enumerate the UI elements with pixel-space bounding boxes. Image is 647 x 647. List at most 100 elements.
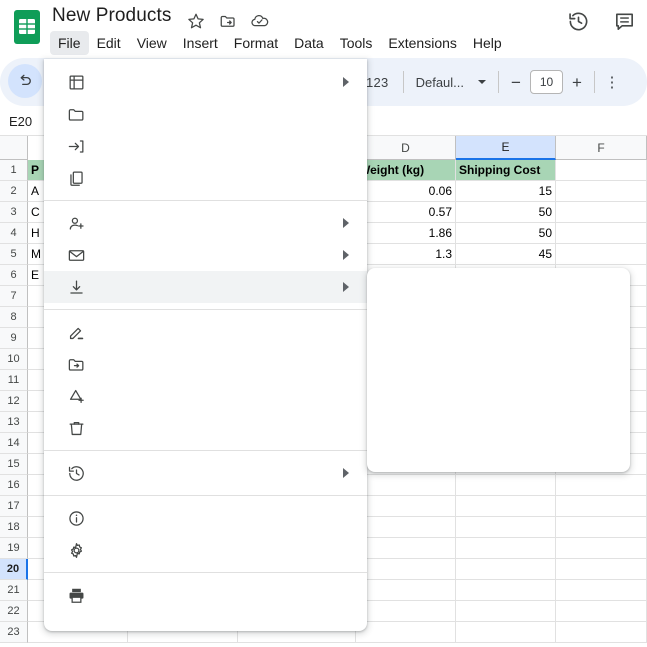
row-header-23[interactable]: 23 [0, 622, 28, 643]
cell-E18[interactable] [456, 517, 556, 538]
cell-E17[interactable] [456, 496, 556, 517]
row-header-15[interactable]: 15 [0, 454, 28, 475]
file-menu-item-details[interactable] [44, 502, 367, 534]
download-option-comma-separated-values-csv[interactable] [367, 400, 630, 431]
undo-icon[interactable] [8, 64, 42, 98]
download-option-web-page-html[interactable] [367, 369, 630, 400]
cell-E1[interactable]: Shipping Cost [456, 160, 556, 181]
comment-icon[interactable] [611, 8, 637, 34]
menu-file[interactable]: File [50, 31, 89, 55]
more-options-icon[interactable]: ⋮ [601, 75, 623, 90]
row-header-3[interactable]: 3 [0, 202, 28, 223]
file-menu-item-download[interactable] [44, 271, 367, 303]
cell-F19[interactable] [556, 538, 647, 559]
menu-format[interactable]: Format [226, 31, 286, 55]
font-family-dropdown[interactable]: Defaul... [410, 71, 492, 94]
select-all-corner[interactable] [0, 136, 28, 160]
file-menu-item-share[interactable] [44, 207, 367, 239]
cell-D2[interactable]: 0.06 [356, 181, 456, 202]
row-header-13[interactable]: 13 [0, 412, 28, 433]
cell-D4[interactable]: 1.86 [356, 223, 456, 244]
row-header-17[interactable]: 17 [0, 496, 28, 517]
document-title[interactable]: New Products [52, 5, 171, 27]
row-header-10[interactable]: 10 [0, 349, 28, 370]
row-header-20[interactable]: 20 [0, 559, 28, 580]
menu-view[interactable]: View [129, 31, 175, 55]
row-header-2[interactable]: 2 [0, 181, 28, 202]
column-header-F[interactable]: F [556, 136, 647, 160]
cell-D20[interactable] [356, 559, 456, 580]
cell-E19[interactable] [456, 538, 556, 559]
row-header-11[interactable]: 11 [0, 370, 28, 391]
row-header-7[interactable]: 7 [0, 286, 28, 307]
cell-E21[interactable] [456, 580, 556, 601]
row-header-4[interactable]: 4 [0, 223, 28, 244]
menu-data[interactable]: Data [286, 31, 332, 55]
cell-E20[interactable] [456, 559, 556, 580]
file-menu-item-add-shortcut-to-drive[interactable] [44, 380, 367, 412]
row-header-21[interactable]: 21 [0, 580, 28, 601]
file-menu-item-new[interactable] [44, 66, 367, 98]
file-menu-item-settings[interactable] [44, 534, 367, 566]
row-header-18[interactable]: 18 [0, 517, 28, 538]
cell-F23[interactable] [556, 622, 647, 643]
row-header-22[interactable]: 22 [0, 601, 28, 622]
file-menu-item-version-history[interactable] [44, 457, 367, 489]
file-menu-item-rename[interactable] [44, 316, 367, 348]
move-to-folder-icon[interactable] [218, 11, 237, 30]
cell-D5[interactable]: 1.3 [356, 244, 456, 265]
column-header-D[interactable]: D [356, 136, 456, 160]
increase-font-size-button[interactable]: + [566, 74, 588, 91]
cell-F5[interactable] [556, 244, 647, 265]
cell-F4[interactable] [556, 223, 647, 244]
cell-F1[interactable] [556, 160, 647, 181]
cell-D21[interactable] [356, 580, 456, 601]
menu-edit[interactable]: Edit [89, 31, 129, 55]
download-option-microsoft-excel-xlsx[interactable] [367, 276, 630, 307]
row-header-1[interactable]: 1 [0, 160, 28, 181]
cell-E23[interactable] [456, 622, 556, 643]
row-header-6[interactable]: 6 [0, 265, 28, 286]
cell-D22[interactable] [356, 601, 456, 622]
row-header-16[interactable]: 16 [0, 475, 28, 496]
cell-E5[interactable]: 45 [456, 244, 556, 265]
row-header-12[interactable]: 12 [0, 391, 28, 412]
column-header-E[interactable]: E [456, 136, 556, 160]
decrease-font-size-button[interactable]: − [505, 74, 527, 91]
cell-F22[interactable] [556, 601, 647, 622]
cloud-saved-icon[interactable] [250, 11, 269, 30]
cell-D17[interactable] [356, 496, 456, 517]
cell-D19[interactable] [356, 538, 456, 559]
cell-E16[interactable] [456, 475, 556, 496]
version-history-icon[interactable] [565, 8, 591, 34]
menu-help[interactable]: Help [465, 31, 510, 55]
star-icon[interactable] [186, 11, 205, 30]
file-menu-item-print[interactable] [44, 579, 367, 611]
cell-E22[interactable] [456, 601, 556, 622]
google-sheets-logo-icon[interactable] [12, 8, 42, 46]
row-header-14[interactable]: 14 [0, 433, 28, 454]
file-menu-item-open[interactable] [44, 98, 367, 130]
row-header-8[interactable]: 8 [0, 307, 28, 328]
menu-tools[interactable]: Tools [332, 31, 381, 55]
cell-E4[interactable]: 50 [456, 223, 556, 244]
font-size-input[interactable]: 10 [530, 70, 564, 94]
cell-F3[interactable] [556, 202, 647, 223]
menu-insert[interactable]: Insert [175, 31, 226, 55]
cell-F17[interactable] [556, 496, 647, 517]
download-option-opendocument-ods[interactable] [367, 307, 630, 338]
row-header-9[interactable]: 9 [0, 328, 28, 349]
cell-E3[interactable]: 50 [456, 202, 556, 223]
cell-E2[interactable]: 15 [456, 181, 556, 202]
row-header-19[interactable]: 19 [0, 538, 28, 559]
file-menu-item-move[interactable] [44, 348, 367, 380]
row-header-5[interactable]: 5 [0, 244, 28, 265]
cell-D16[interactable] [356, 475, 456, 496]
download-option-pdf-pdf[interactable] [367, 338, 630, 369]
cell-F21[interactable] [556, 580, 647, 601]
cell-F16[interactable] [556, 475, 647, 496]
cell-D18[interactable] [356, 517, 456, 538]
cell-F20[interactable] [556, 559, 647, 580]
menu-extensions[interactable]: Extensions [380, 31, 464, 55]
file-menu-item-make-a-copy[interactable] [44, 162, 367, 194]
